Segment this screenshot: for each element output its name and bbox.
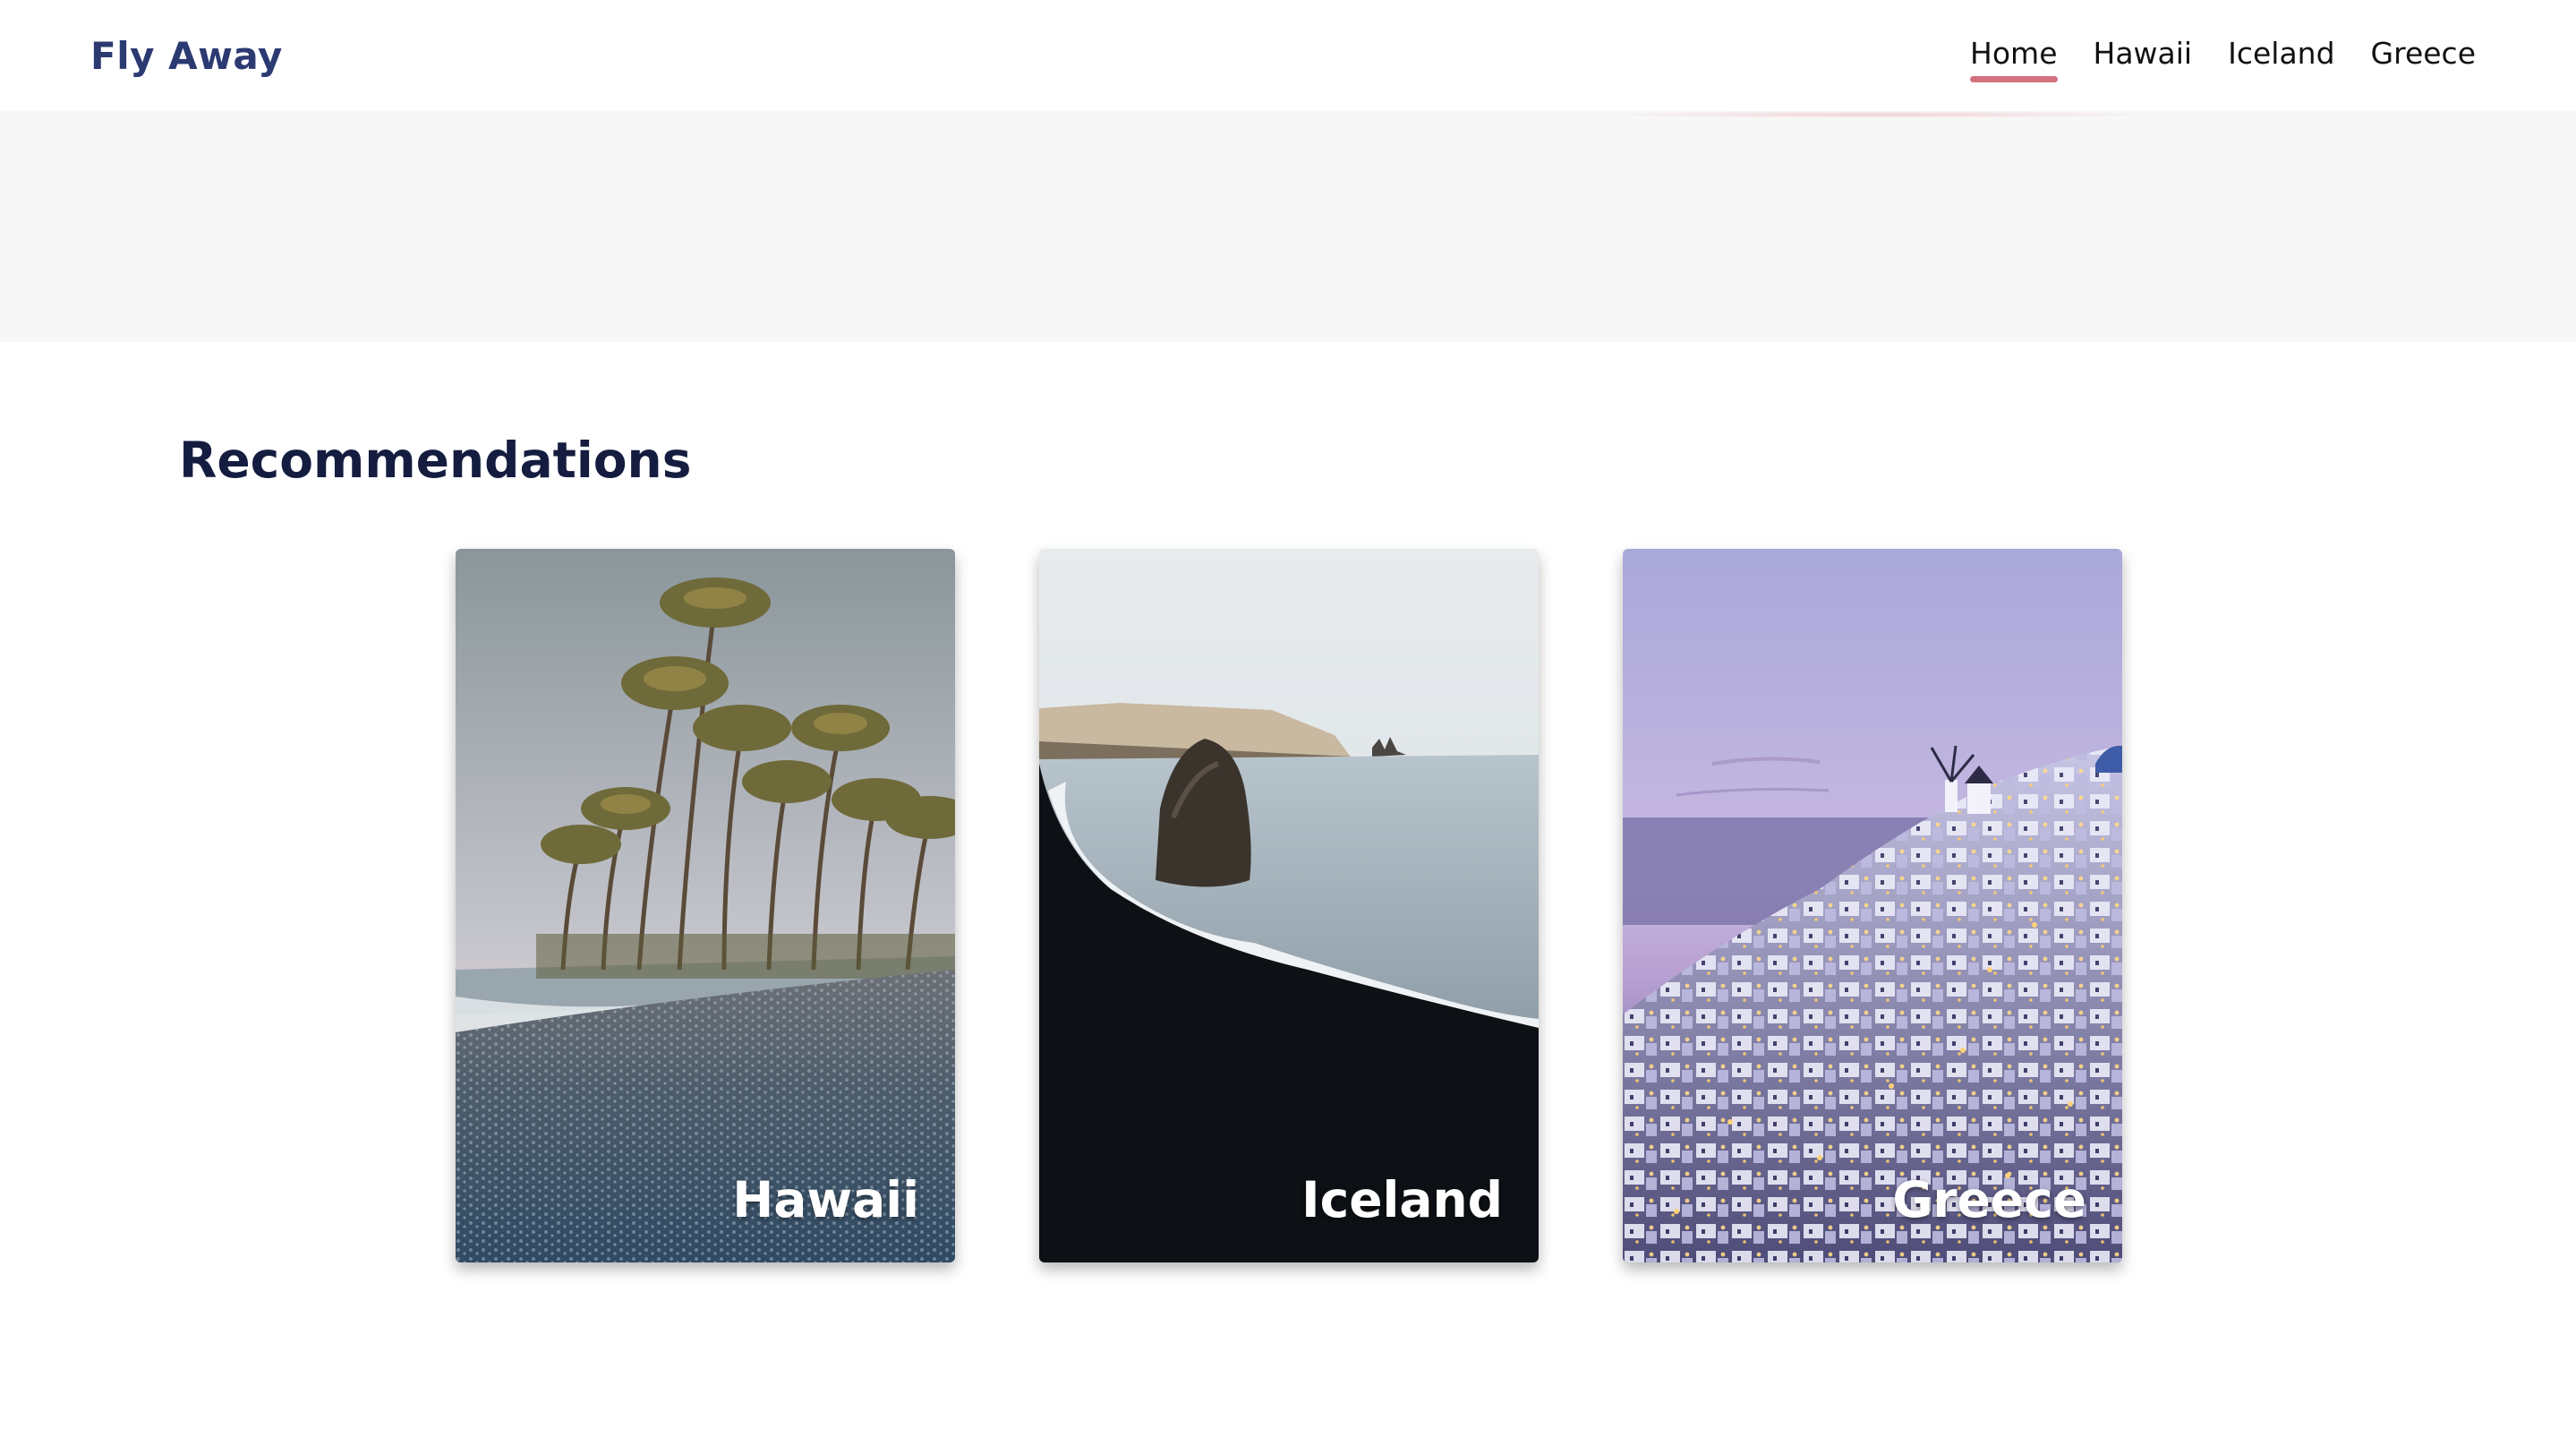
hero-banner: [0, 111, 2576, 342]
card-hawaii[interactable]: Hawaii: [456, 549, 955, 1262]
brand-logo[interactable]: Fly Away: [90, 34, 283, 78]
site-header: Fly Away Home Hawaii Iceland Greece: [0, 0, 2576, 111]
card-hawaii-label: Hawaii: [732, 1171, 919, 1228]
card-iceland-label: Iceland: [1301, 1171, 1503, 1228]
hero-glow: [1593, 111, 2166, 118]
iceland-black-beach-image: [1039, 549, 1539, 1262]
nav-hawaii[interactable]: Hawaii: [2094, 32, 2193, 75]
main-nav: Home Hawaii Iceland Greece: [1970, 32, 2476, 82]
card-greece-label: Greece: [1892, 1171, 2086, 1228]
nav-iceland[interactable]: Iceland: [2228, 32, 2334, 75]
greece-santorini-image: [1623, 549, 2122, 1262]
recommendation-cards: Hawaii Iceland Greece: [456, 549, 2122, 1262]
nav-greece[interactable]: Greece: [2371, 32, 2476, 75]
page: Fly Away Home Hawaii Iceland Greece Reco…: [0, 0, 2576, 1429]
card-iceland[interactable]: Iceland: [1039, 549, 1539, 1262]
recommendations-title: Recommendations: [179, 432, 692, 489]
card-greece[interactable]: Greece: [1623, 549, 2122, 1262]
nav-home[interactable]: Home: [1970, 32, 2058, 82]
hawaii-beach-image: [456, 549, 955, 1262]
